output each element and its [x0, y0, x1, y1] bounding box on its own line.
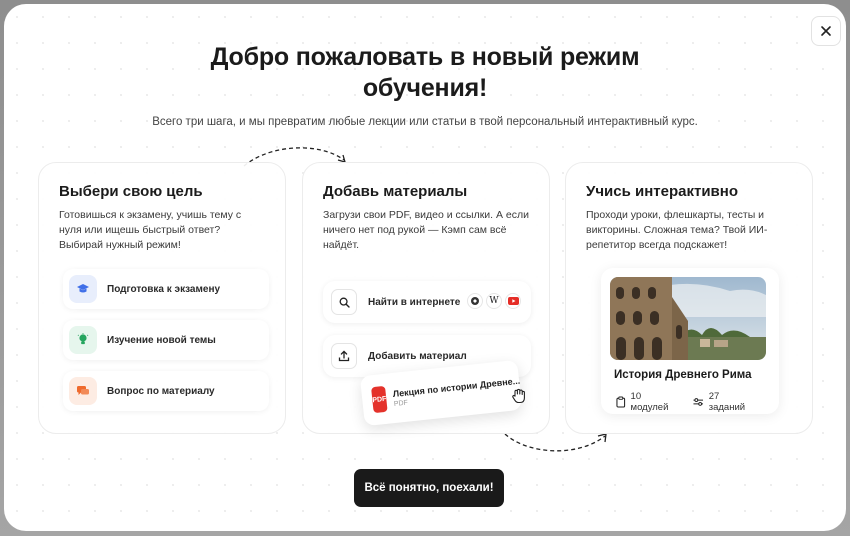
- option-exam-prep[interactable]: Подготовка к экзамену: [63, 269, 269, 309]
- search-icon: [331, 289, 357, 315]
- course-title: История Древнего Рима: [614, 369, 752, 381]
- source-icons: W: [467, 293, 521, 309]
- wikipedia-icon: W: [486, 293, 502, 309]
- course-image: [610, 277, 766, 360]
- chat-icon: [69, 377, 97, 405]
- action-label: Найти в интернете: [368, 296, 461, 308]
- option-label: Подготовка к экзамену: [107, 283, 221, 295]
- modules-label: 10 модулей: [630, 391, 669, 413]
- option-question[interactable]: Вопрос по материалу: [63, 371, 269, 411]
- step-description: Проходи уроки, флешкарты, тесты и виктор…: [586, 209, 768, 251]
- step-title: Добавь материалы: [323, 183, 468, 200]
- step-title: Выбери свою цель: [59, 183, 203, 200]
- option-label: Вопрос по материалу: [107, 385, 215, 397]
- graduation-cap-icon: [69, 275, 97, 303]
- grab-cursor-icon: [512, 388, 525, 404]
- onboarding-modal: Добро пожаловать в новый режим обучения!…: [4, 4, 846, 531]
- page-title: Добро пожаловать в новый режим обучения!: [4, 42, 846, 104]
- sliders-icon: [693, 398, 704, 406]
- upload-icon: [331, 343, 357, 369]
- close-icon: [821, 26, 831, 36]
- title-line-2: обучения!: [362, 74, 488, 102]
- step-description: Готовишься к экзамену, учишь тему с нуля…: [59, 209, 242, 251]
- browser-icon: [467, 293, 483, 309]
- search-web-button[interactable]: Найти в интернете W: [323, 281, 531, 323]
- step-title: Учись интерактивно: [586, 183, 738, 200]
- tasks-label: 27 заданий: [708, 391, 746, 413]
- option-new-topic[interactable]: Изучение новой темы: [63, 320, 269, 360]
- pdf-info: Лекция по истории Древне... PDF: [392, 375, 521, 407]
- title-line-1: Добро пожаловать в новый режим: [210, 43, 640, 71]
- course-card[interactable]: История Древнего Рима 10 модулей 27 зада…: [601, 268, 779, 414]
- modules-count: 10 модулей: [616, 391, 679, 413]
- option-label: Изучение новой темы: [107, 334, 216, 346]
- step-card-goal: Выбери свою цель Готовишься к экзамену, …: [38, 162, 286, 434]
- pdf-file-icon: PDF: [371, 385, 388, 414]
- youtube-icon: [505, 293, 521, 309]
- step-description: Загрузи свои PDF, видео и ссылки. А если…: [323, 209, 530, 251]
- tasks-count: 27 заданий: [693, 391, 756, 413]
- lightbulb-icon: [69, 326, 97, 354]
- start-button[interactable]: Всё понятно, поехали!: [354, 469, 504, 507]
- action-label: Добавить материал: [368, 350, 467, 362]
- course-meta: 10 модулей 27 заданий: [616, 391, 770, 413]
- clipboard-icon: [616, 396, 626, 408]
- page-subtitle: Всего три шага, и мы превратим любые лек…: [152, 116, 698, 128]
